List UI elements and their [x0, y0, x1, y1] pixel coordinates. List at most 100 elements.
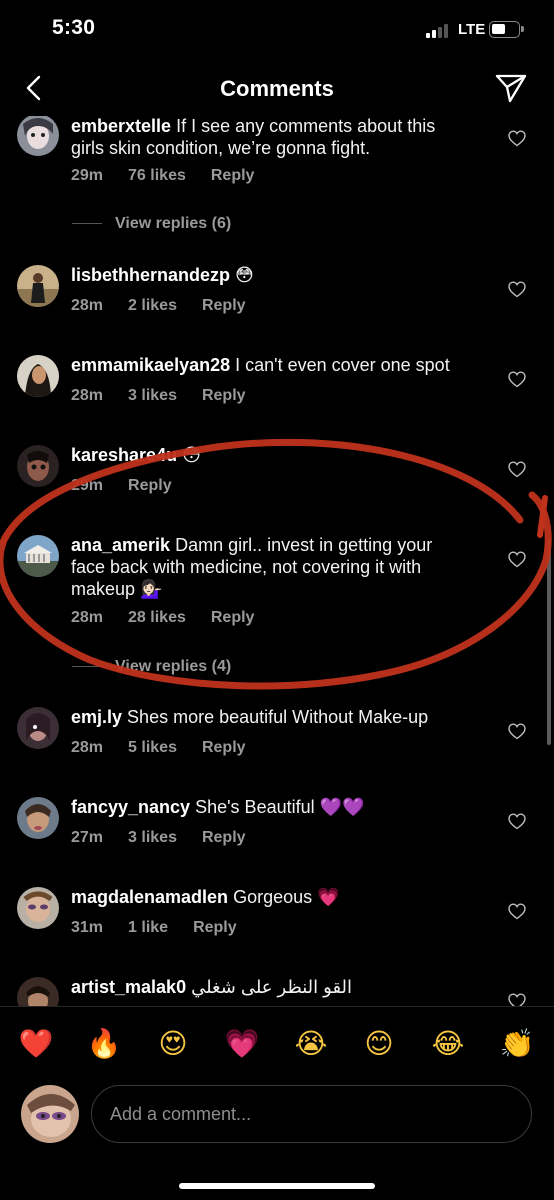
reply-button[interactable]: Reply — [128, 477, 172, 494]
heart-outline-icon[interactable] — [508, 993, 526, 1006]
reply-button[interactable]: Reply — [211, 609, 255, 626]
comment-likes[interactable]: 3 likes — [128, 387, 177, 404]
comment-username[interactable]: magdalenamadlen — [71, 887, 228, 907]
navigation-bar: Comments — [0, 60, 554, 116]
comment-body: 😳 — [235, 265, 254, 286]
comment-item: lisbethhernandezp 😳 28m 2 likes Reply — [0, 262, 554, 332]
comment-likes[interactable]: 1 like — [128, 919, 168, 936]
avatar[interactable] — [17, 445, 59, 487]
scrollbar[interactable] — [547, 540, 551, 745]
heart-outline-icon[interactable] — [508, 281, 526, 298]
comment-item: emj.ly Shes more beautiful Without Make-… — [0, 704, 554, 774]
network-label: LTE — [458, 21, 486, 38]
reaction-crying-button[interactable]: 😭 — [291, 1024, 331, 1064]
reaction-smile-button[interactable]: 😊 — [359, 1024, 399, 1064]
comment-text: magdalenamadlen Gorgeous 💗 — [71, 886, 466, 908]
divider — [0, 1006, 554, 1007]
avatar[interactable] — [17, 355, 59, 397]
my-avatar[interactable] — [21, 1085, 79, 1143]
comment-time: 31m — [71, 919, 104, 936]
heart-outline-icon[interactable] — [508, 813, 526, 830]
comment-item: emberxtelle If I see any comments about … — [0, 116, 554, 232]
view-replies-button[interactable]: View replies (4) — [72, 658, 231, 676]
reply-button[interactable]: Reply — [193, 919, 237, 936]
comment-likes[interactable]: 28 likes — [128, 609, 186, 626]
battery-icon — [489, 21, 524, 38]
view-replies-button[interactable]: View replies (6) — [72, 215, 231, 233]
comment-time: 28m — [71, 297, 104, 314]
comment-likes[interactable]: 3 likes — [128, 829, 177, 846]
comment-time: 27m — [71, 829, 104, 846]
heart-outline-icon[interactable] — [508, 371, 526, 388]
status-time: 5:30 — [52, 16, 96, 39]
comment-likes[interactable]: 5 likes — [128, 739, 177, 756]
comment-meta: 28m 5 likes Reply — [71, 739, 271, 757]
heart-outline-icon[interactable] — [508, 551, 526, 568]
comment-text: ana_amerik Damn girl.. invest in getting… — [71, 534, 466, 600]
comment-body: القو النظر على شغلي — [191, 977, 353, 997]
avatar[interactable] — [17, 797, 59, 839]
comment-username[interactable]: fancyy_nancy — [71, 797, 190, 817]
reaction-heart-button[interactable]: ❤️ — [16, 1024, 56, 1064]
comment-text: emmamikaelyan28 I can't even cover one s… — [71, 354, 466, 376]
comment-item: emmamikaelyan28 I can't even cover one s… — [0, 352, 554, 422]
send-paper-plane-icon[interactable] — [494, 72, 528, 104]
quick-reactions-bar: ❤️ 🔥 😍 💗 😭 😊 😂 👏 — [0, 1024, 554, 1068]
comment-text: emberxtelle If I see any comments about … — [71, 116, 466, 159]
comment-meta: 27m 3 likes Reply — [71, 829, 271, 847]
comment-text: lisbethhernandezp 😳 — [71, 264, 466, 287]
comment-username[interactable]: artist_malak0 — [71, 977, 186, 997]
comment-time: 28m — [71, 387, 104, 404]
reaction-laughing-button[interactable]: 😂 — [428, 1024, 468, 1064]
add-comment-input[interactable] — [91, 1085, 532, 1143]
avatar[interactable] — [17, 116, 59, 156]
comment-username[interactable]: emberxtelle — [71, 116, 171, 136]
reaction-heart-eyes-button[interactable]: 😍 — [153, 1024, 193, 1064]
page-title: Comments — [220, 76, 334, 101]
comment-username[interactable]: kareshare4u — [71, 445, 177, 465]
reaction-fire-button[interactable]: 🔥 — [84, 1024, 124, 1064]
reply-button[interactable]: Reply — [202, 297, 246, 314]
comment-username[interactable]: emj.ly — [71, 707, 122, 727]
comment-body: Gorgeous 💗 — [233, 887, 340, 907]
comment-meta: 31m 1 like Reply — [71, 919, 262, 937]
avatar[interactable] — [17, 707, 59, 749]
comment-username[interactable]: lisbethhernandezp — [71, 265, 230, 285]
avatar[interactable] — [17, 265, 59, 307]
comment-item: artist_malak0 القو النظر على شغلي — [0, 974, 554, 1006]
heart-outline-icon[interactable] — [508, 461, 526, 478]
comment-text: kareshare4u 😳 — [71, 444, 466, 467]
reaction-clapping-button[interactable]: 👏 — [497, 1024, 537, 1064]
comment-meta: 29m 76 likes Reply — [71, 167, 279, 185]
comment-meta: 28m 2 likes Reply — [71, 297, 271, 315]
heart-outline-icon[interactable] — [508, 130, 526, 147]
reply-button[interactable]: Reply — [202, 387, 246, 404]
heart-outline-icon[interactable] — [508, 903, 526, 920]
comment-username[interactable]: ana_amerik — [71, 535, 170, 555]
avatar[interactable] — [17, 887, 59, 929]
comment-item: kareshare4u 😳 29m Reply — [0, 442, 554, 512]
heart-outline-icon[interactable] — [508, 723, 526, 740]
comment-item: fancyy_nancy She's Beautiful 💜💜 27m 3 lik… — [0, 794, 554, 864]
comment-body: 😳 — [182, 445, 201, 466]
comment-text: fancyy_nancy She's Beautiful 💜💜 — [71, 796, 466, 818]
comment-meta: 28m 28 likes Reply — [71, 609, 279, 627]
reaction-pink-heart-button[interactable]: 💗 — [222, 1024, 262, 1064]
reply-button[interactable]: Reply — [202, 739, 246, 756]
comment-text: emj.ly Shes more beautiful Without Make-… — [71, 706, 466, 728]
comment-item: ana_amerik Damn girl.. invest in getting… — [0, 532, 554, 682]
reply-button[interactable]: Reply — [202, 829, 246, 846]
comment-time: 29m — [71, 477, 104, 494]
comment-time: 29m — [71, 167, 104, 184]
comment-likes[interactable]: 2 likes — [128, 297, 177, 314]
comment-item: magdalenamadlen Gorgeous 💗 31m 1 like Repl… — [0, 884, 554, 954]
comments-list[interactable]: emberxtelle If I see any comments about … — [0, 116, 554, 1006]
reply-button[interactable]: Reply — [211, 167, 255, 184]
comment-username[interactable]: emmamikaelyan28 — [71, 355, 230, 375]
cellular-signal-icon — [426, 22, 452, 38]
avatar[interactable] — [17, 535, 59, 577]
comment-likes[interactable]: 76 likes — [128, 167, 186, 184]
avatar[interactable] — [17, 977, 59, 1006]
comment-time: 28m — [71, 609, 104, 626]
comment-body: She's Beautiful 💜💜 — [195, 797, 365, 817]
